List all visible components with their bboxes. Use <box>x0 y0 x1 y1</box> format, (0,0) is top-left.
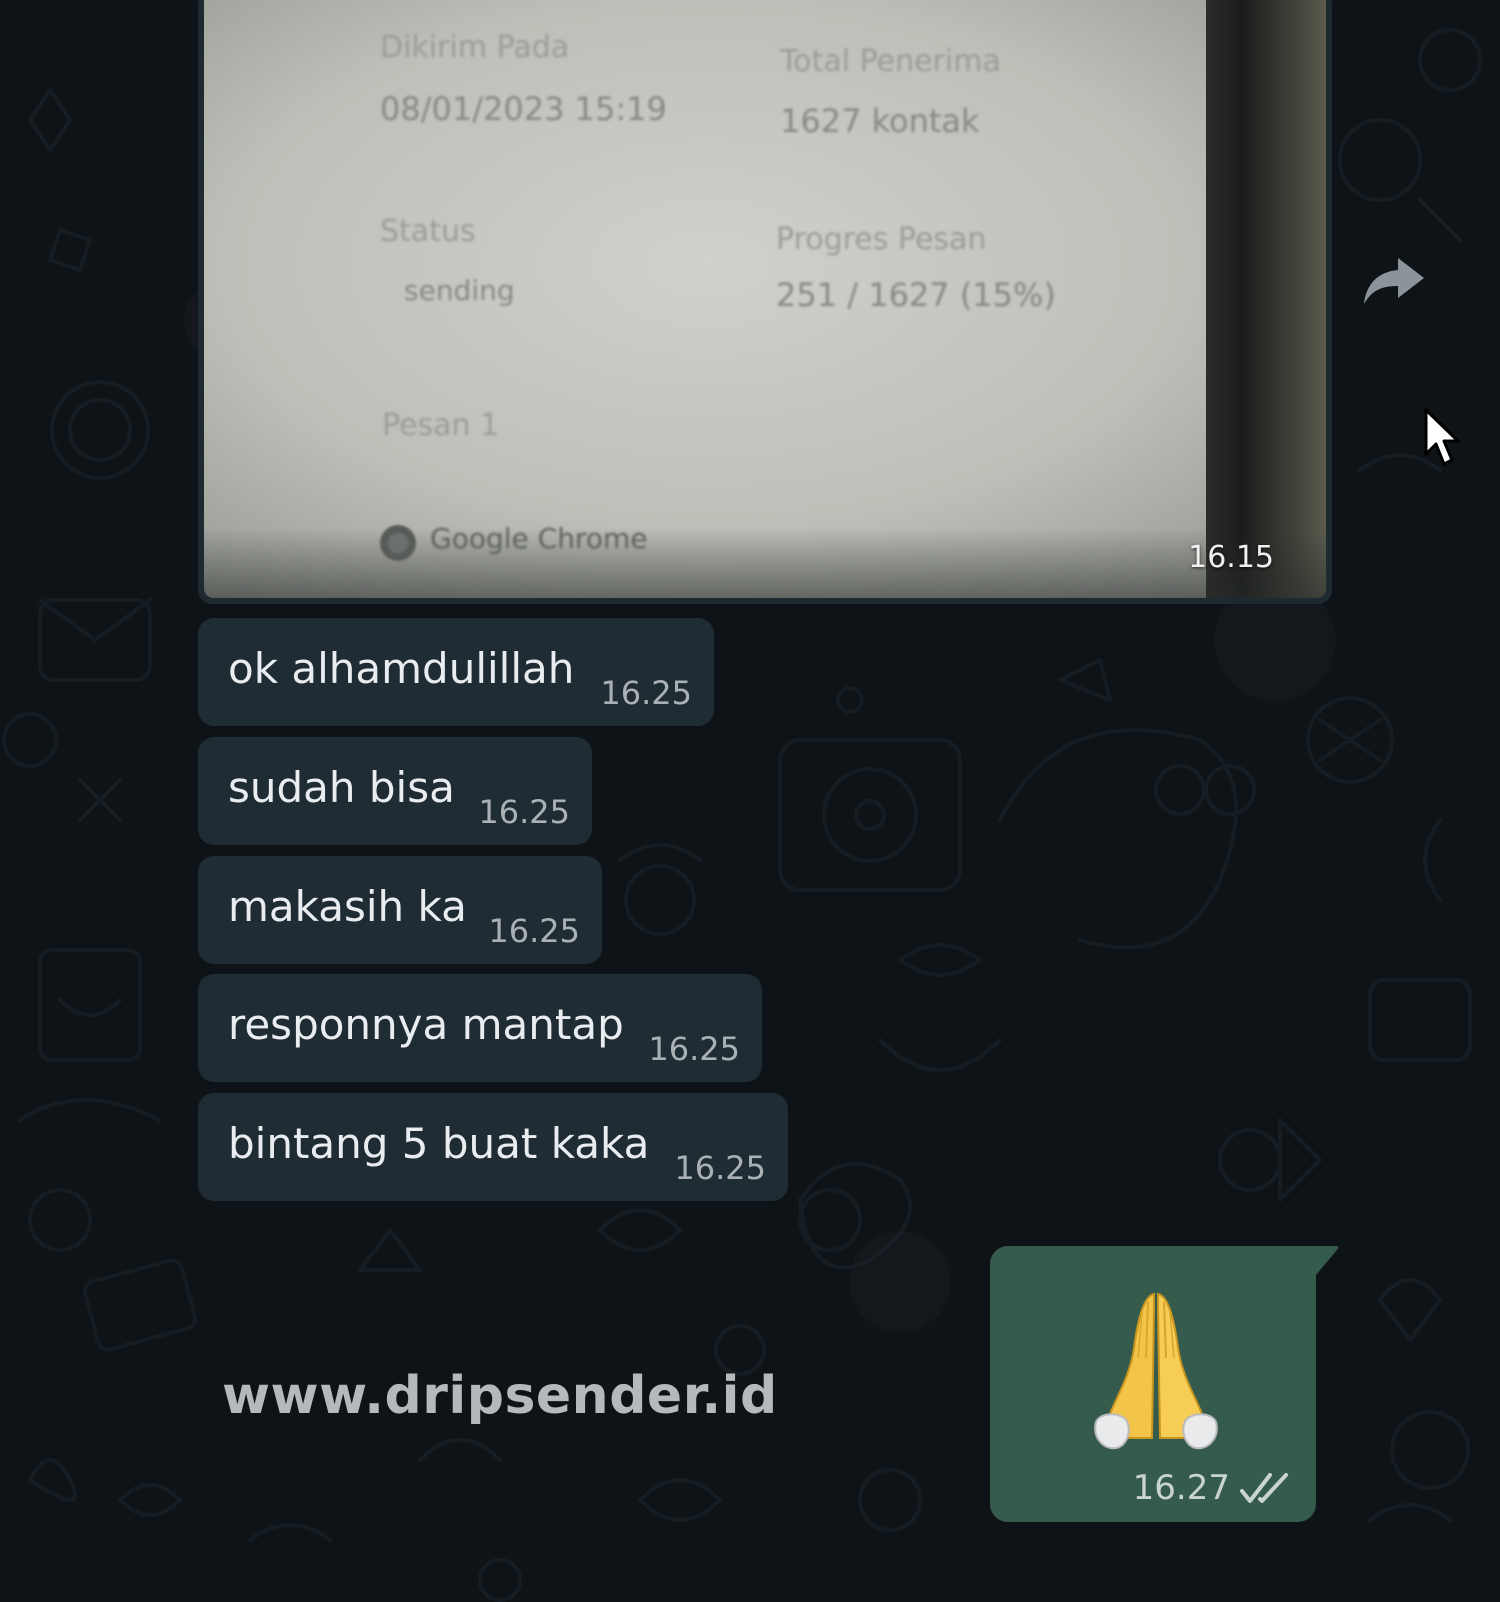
photo-text-progress-label: Progres Pesan <box>776 222 987 257</box>
photo-text-taskbar-app: Google Chrome <box>430 522 648 555</box>
folded-hands-emoji <box>1094 1292 1218 1450</box>
photo-monitor-edge <box>1206 0 1326 598</box>
image-message-time: 16.15 <box>1188 540 1274 575</box>
photo-text-status-label: Status <box>380 214 476 249</box>
incoming-message[interactable]: responnya mantap 16.25 <box>198 974 762 1082</box>
message-time: 16.25 <box>478 793 570 831</box>
photo-text-message-label: Pesan 1 <box>382 408 500 443</box>
message-text: makasih ka <box>228 882 467 931</box>
message-text: ok alhamdulillah <box>228 644 575 693</box>
photo-text-total-value: 1627 kontak <box>780 102 980 140</box>
incoming-message[interactable]: ok alhamdulillah 16.25 <box>198 618 714 726</box>
incoming-message[interactable]: makasih ka 16.25 <box>198 856 602 964</box>
message-time: 16.25 <box>488 912 580 950</box>
message-text: responnya mantap <box>228 1000 624 1049</box>
photo-text-sent-label: Dikirim Pada <box>380 30 570 65</box>
photo-text-status-value: sending <box>404 274 515 307</box>
incoming-message[interactable]: bintang 5 buat kaka 16.25 <box>198 1093 788 1201</box>
message-time: 16.25 <box>674 1149 766 1187</box>
outgoing-message-meta: 16.27 <box>1133 1468 1294 1508</box>
message-text: bintang 5 buat kaka <box>228 1119 650 1168</box>
incoming-message[interactable]: sudah bisa 16.25 <box>198 737 592 845</box>
watermark-text: www.dripsender.id <box>222 1366 778 1426</box>
chrome-icon <box>380 525 416 561</box>
message-time: 16.25 <box>600 674 692 712</box>
double-check-icon <box>1240 1473 1288 1503</box>
message-text: sudah bisa <box>228 763 455 812</box>
photo-bottom-shade <box>204 528 1326 598</box>
photo-text-sent-value: 08/01/2023 15:19 <box>380 90 667 128</box>
forward-icon[interactable] <box>1362 256 1426 306</box>
outgoing-message[interactable]: 16.27 <box>990 1246 1316 1522</box>
image-message-bubble[interactable]: Dikirim Pada 08/01/2023 15:19 Total Pene… <box>198 0 1332 604</box>
photo-text-progress-value: 251 / 1627 (15%) <box>776 276 1056 314</box>
message-time: 16.25 <box>648 1030 740 1068</box>
photo-attachment[interactable]: Dikirim Pada 08/01/2023 15:19 Total Pene… <box>204 0 1326 598</box>
photo-text-total-label: Total Penerima <box>780 44 1001 79</box>
mouse-cursor-icon <box>1424 408 1460 466</box>
message-time: 16.27 <box>1132 1468 1230 1508</box>
